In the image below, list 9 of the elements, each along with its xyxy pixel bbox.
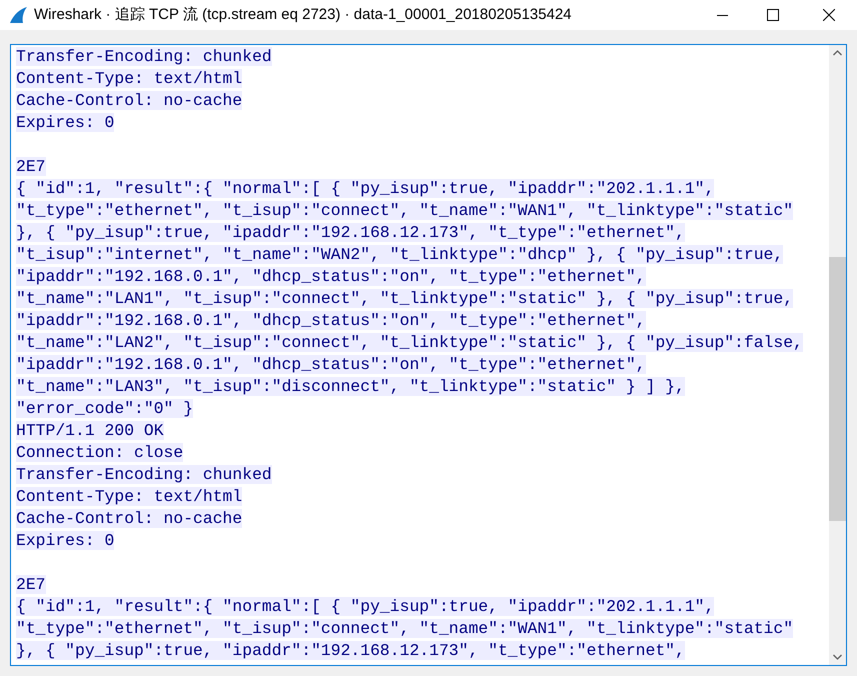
vertical-scrollbar[interactable] [829, 45, 846, 665]
scroll-up-icon[interactable] [833, 50, 842, 56]
scrollbar-thumb[interactable] [829, 257, 846, 521]
scroll-down-icon[interactable] [833, 654, 842, 660]
close-icon [823, 9, 835, 21]
window-title: Wireshark · 追踪 TCP 流 (tcp.stream eq 2723) · data-1_00001_20180205135424 [34, 4, 572, 25]
minimize-icon [716, 14, 728, 16]
shark-fin-icon [8, 6, 28, 24]
maximize-icon [767, 9, 779, 21]
